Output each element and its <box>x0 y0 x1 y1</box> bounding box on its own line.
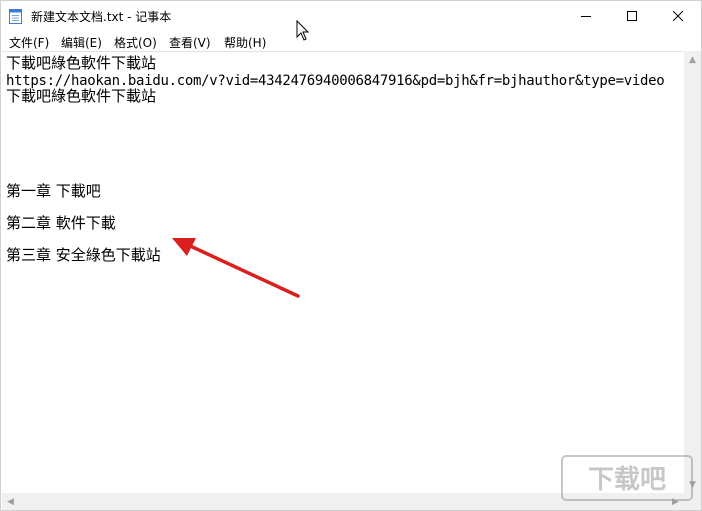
close-icon <box>673 11 683 21</box>
horizontal-scrollbar[interactable]: ◀ ▶ <box>2 493 684 510</box>
menu-file[interactable]: 文件(F) <box>9 34 49 51</box>
menu-view[interactable]: 查看(V) <box>169 34 211 51</box>
editor-line: 第二章 軟件下載 <box>6 214 116 232</box>
scroll-down-icon[interactable]: ▼ <box>684 476 701 493</box>
scroll-right-icon[interactable]: ▶ <box>667 493 684 510</box>
notepad-icon <box>9 8 22 24</box>
editor-line: 第三章 安全綠色下載站 <box>6 246 161 264</box>
editor-line: 第一章 下載吧 <box>6 182 101 200</box>
menu-help[interactable]: 帮助(H) <box>224 34 266 51</box>
scroll-left-icon[interactable]: ◀ <box>2 493 19 510</box>
scroll-up-icon[interactable]: ▲ <box>684 51 701 68</box>
resize-grip[interactable] <box>684 493 701 510</box>
menu-format[interactable]: 格式(O) <box>114 34 157 51</box>
title-bar[interactable]: 新建文本文档.txt - 记事本 <box>1 1 701 31</box>
editor-line: 下載吧綠色軟件下載站 <box>6 54 157 72</box>
notepad-window: 新建文本文档.txt - 记事本 文件(F) 编辑(E) 格式(O) 查看(V)… <box>0 0 702 511</box>
menu-bar: 文件(F) 编辑(E) 格式(O) 查看(V) 帮助(H) <box>1 31 701 51</box>
vertical-scrollbar[interactable]: ▲ ▼ <box>684 51 701 493</box>
minimize-button[interactable] <box>563 1 609 31</box>
text-editor[interactable]: 下載吧綠色軟件下載站 https://haokan.baidu.com/v?vi… <box>2 51 683 494</box>
window-title: 新建文本文档.txt - 记事本 <box>31 10 172 24</box>
maximize-icon <box>627 11 637 21</box>
editor-line: 下載吧綠色軟件下載站 <box>6 87 157 105</box>
maximize-button[interactable] <box>609 1 655 31</box>
minimize-icon <box>581 16 591 17</box>
menu-edit[interactable]: 编辑(E) <box>61 34 102 51</box>
close-button[interactable] <box>655 1 701 31</box>
